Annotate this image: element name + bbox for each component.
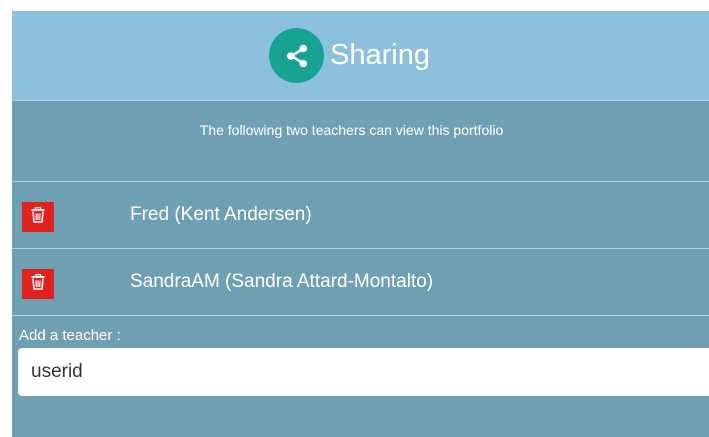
intro-text: The following two teachers can view this… — [12, 101, 709, 182]
teacher-name: Fred (Kent Andersen) — [130, 204, 312, 225]
sharing-header: Sharing — [12, 11, 709, 101]
userid-input[interactable] — [18, 348, 709, 396]
delete-teacher-button[interactable] — [22, 269, 54, 299]
teacher-row: SandraAM (Sandra Attard-Montalto) — [12, 249, 709, 316]
teacher-name: SandraAM (Sandra Attard-Montalto) — [130, 271, 434, 292]
delete-teacher-button[interactable] — [22, 202, 54, 232]
share-icon — [269, 28, 325, 83]
trash-icon — [31, 273, 45, 295]
page-title: Sharing — [330, 39, 430, 71]
add-teacher-label: Add a teacher : — [19, 327, 121, 344]
teacher-row: Fred (Kent Andersen) — [12, 182, 709, 249]
sharing-panel: Sharing The following two teachers can v… — [12, 11, 709, 437]
trash-icon — [31, 206, 45, 228]
